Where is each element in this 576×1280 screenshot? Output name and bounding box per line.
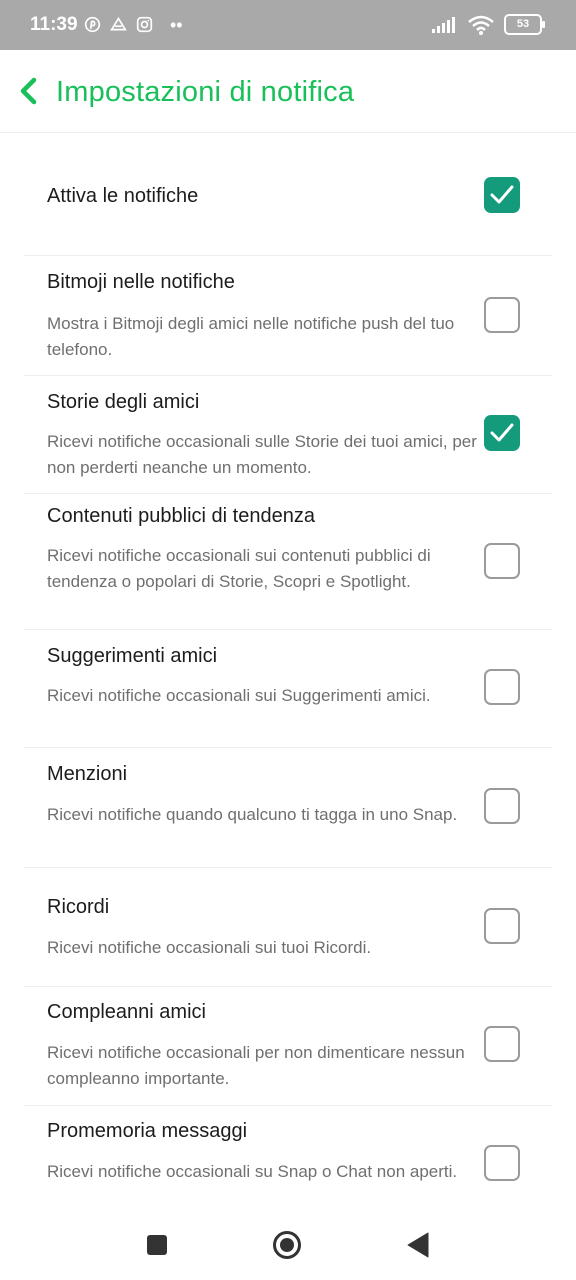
status-system-icons: 53 bbox=[432, 14, 545, 35]
checkbox-friend-birthdays[interactable] bbox=[484, 1026, 520, 1062]
checkbox-enable-notifications[interactable] bbox=[484, 177, 520, 213]
setting-description: Ricevi notifiche occasionali su Snap o C… bbox=[47, 1162, 458, 1181]
instagram-icon bbox=[136, 16, 153, 33]
back-triangle-icon bbox=[407, 1232, 429, 1258]
setting-row-bitmoji[interactable]: Bitmoji nelle notifiche Mostra i Bitmoji… bbox=[24, 255, 552, 376]
setting-row-memories[interactable]: Ricordi Ricevi notifiche occasionali sui… bbox=[24, 867, 552, 987]
recent-apps-button[interactable] bbox=[146, 1234, 168, 1261]
home-circle-icon bbox=[273, 1231, 301, 1259]
setting-title: Suggerimenti amici bbox=[47, 645, 218, 667]
setting-description: Ricevi notifiche occasionali sui Suggeri… bbox=[47, 686, 431, 705]
checkbox-trending-content[interactable] bbox=[484, 543, 520, 579]
more-dots-icon: •• bbox=[170, 14, 183, 35]
setting-title: Storie degli amici bbox=[47, 391, 200, 413]
recent-apps-square-icon bbox=[147, 1235, 167, 1255]
setting-description: Ricevi notifiche occasionali per non dim… bbox=[47, 1043, 465, 1088]
setting-title: Ricordi bbox=[47, 896, 110, 918]
system-navigation-bar bbox=[0, 1212, 576, 1280]
checkmark-icon bbox=[490, 185, 514, 204]
home-button[interactable] bbox=[272, 1230, 302, 1265]
setting-title: Contenuti pubblici di tendenza bbox=[47, 505, 315, 527]
chevron-left-icon bbox=[20, 77, 37, 105]
status-notification-icons: •• bbox=[84, 14, 183, 35]
setting-title: Compleanni amici bbox=[47, 1001, 206, 1023]
setting-row-friend-suggestions[interactable]: Suggerimenti amici Ricevi notifiche occa… bbox=[24, 629, 552, 748]
setting-title: Promemoria messaggi bbox=[47, 1120, 248, 1142]
status-time: 11:39 bbox=[30, 14, 78, 35]
pinterest-icon bbox=[84, 16, 101, 33]
checkbox-message-reminders[interactable] bbox=[484, 1145, 520, 1181]
status-bar: 11:39 •• 53 bbox=[0, 0, 576, 50]
battery-icon: 53 bbox=[504, 14, 545, 35]
setting-description: Ricevi notifiche occasionali sulle Stori… bbox=[47, 432, 477, 477]
setting-title: Menzioni bbox=[47, 763, 128, 785]
back-button[interactable] bbox=[14, 72, 46, 110]
setting-description: Mostra i Bitmoji degli amici nelle notif… bbox=[47, 314, 455, 359]
checkbox-friend-suggestions[interactable] bbox=[484, 669, 520, 705]
setting-row-mentions[interactable]: Menzioni Ricevi notifiche quando qualcun… bbox=[24, 747, 552, 868]
setting-row-friends-stories[interactable]: Storie degli amici Ricevi notifiche occa… bbox=[24, 375, 552, 494]
wifi-icon bbox=[468, 15, 494, 35]
signal-icon bbox=[432, 16, 455, 33]
setting-description: Ricevi notifiche occasionali sui contenu… bbox=[47, 546, 431, 591]
top-app-bar: Impostazioni di notifica bbox=[0, 50, 576, 133]
setting-row-message-reminders[interactable]: Promemoria messaggi Ricevi notifiche occ… bbox=[24, 1105, 552, 1212]
setting-row-enable-notifications[interactable]: Attiva le notifiche bbox=[24, 133, 552, 256]
page-title: Impostazioni di notifica bbox=[56, 76, 355, 108]
setting-title: Bitmoji nelle notifiche bbox=[47, 271, 235, 293]
checkbox-friends-stories[interactable] bbox=[484, 415, 520, 451]
back-nav-button[interactable] bbox=[406, 1232, 430, 1263]
setting-row-trending-content[interactable]: Contenuti pubblici di tendenza Ricevi no… bbox=[24, 493, 552, 630]
setting-row-friend-birthdays[interactable]: Compleanni amici Ricevi notifiche occasi… bbox=[24, 986, 552, 1106]
setting-title: Attiva le notifiche bbox=[47, 185, 199, 207]
checkbox-mentions[interactable] bbox=[484, 788, 520, 824]
checkmark-icon bbox=[490, 423, 514, 442]
setting-description: Ricevi notifiche occasionali sui tuoi Ri… bbox=[47, 938, 372, 957]
checkbox-bitmoji[interactable] bbox=[484, 297, 520, 333]
checkbox-memories[interactable] bbox=[484, 908, 520, 944]
drive-icon bbox=[110, 16, 127, 31]
setting-description: Ricevi notifiche quando qualcuno ti tagg… bbox=[47, 805, 458, 824]
